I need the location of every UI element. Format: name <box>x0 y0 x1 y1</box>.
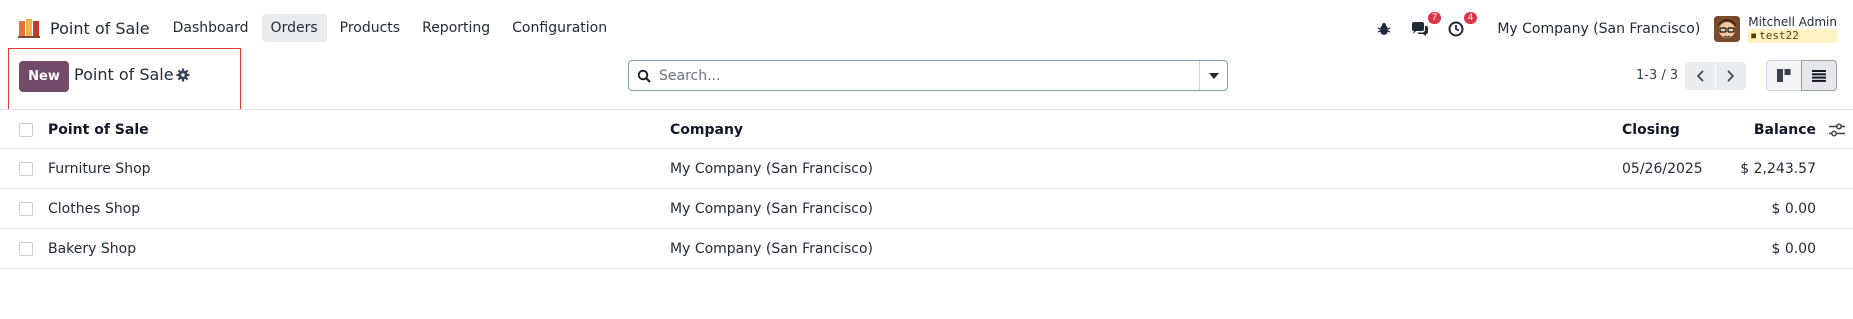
new-button[interactable]: New <box>19 61 69 92</box>
list-table: Point of Sale Company Closing Balance Fu… <box>0 109 1853 269</box>
list-view-icon[interactable] <box>1801 60 1837 91</box>
optional-columns-icon[interactable] <box>1829 123 1845 137</box>
menu-dashboard[interactable]: Dashboard <box>164 14 258 42</box>
cell-balance: $ 0.00 <box>1771 201 1816 217</box>
company-switcher[interactable]: My Company (San Francisco) <box>1497 21 1700 37</box>
cell-company: My Company (San Francisco) <box>670 241 873 257</box>
header-balance[interactable]: Balance <box>1754 110 1816 150</box>
header-point-of-sale[interactable]: Point of Sale <box>48 110 149 150</box>
header-closing[interactable]: Closing <box>1622 110 1680 150</box>
select-all-checkbox[interactable] <box>19 123 33 137</box>
bug-icon[interactable] <box>1373 18 1395 40</box>
pager-value[interactable]: 1-3 / 3 <box>1636 68 1678 83</box>
row-checkbox[interactable] <box>19 202 33 216</box>
caret-down-icon[interactable] <box>1199 61 1227 90</box>
cell-balance: $ 0.00 <box>1771 241 1816 257</box>
app-name[interactable]: Point of Sale <box>50 19 150 38</box>
cell-company: My Company (San Francisco) <box>670 161 873 177</box>
main-menu: Dashboard Orders Products Reporting Conf… <box>164 14 621 42</box>
pos-app-icon[interactable] <box>16 15 42 41</box>
cell-balance: $ 2,243.57 <box>1740 161 1816 177</box>
kanban-view-icon[interactable] <box>1766 60 1802 91</box>
cell-company: My Company (San Francisco) <box>670 201 873 217</box>
app-brand[interactable]: Point of Sale <box>16 15 150 41</box>
menu-orders[interactable]: Orders <box>261 14 327 42</box>
table-row[interactable]: Clothes Shop My Company (San Francisco) … <box>0 189 1853 229</box>
chat-icon[interactable]: 7 <box>1409 11 1442 40</box>
table-row[interactable]: Bakery Shop My Company (San Francisco) $… <box>0 229 1853 269</box>
search-input[interactable] <box>659 61 1199 90</box>
header-company[interactable]: Company <box>670 110 743 150</box>
gear-icon[interactable] <box>176 68 190 82</box>
cell-name: Clothes Shop <box>48 201 141 217</box>
chevron-right-icon[interactable] <box>1716 62 1746 90</box>
cell-name: Bakery Shop <box>48 241 137 257</box>
menu-configuration[interactable]: Configuration <box>503 14 616 42</box>
database-icon: ■ <box>1751 30 1757 40</box>
row-checkbox[interactable] <box>19 162 33 176</box>
row-checkbox[interactable] <box>19 242 33 256</box>
user-name: Mitchell Admin <box>1748 14 1837 29</box>
database-name: ■ test22 <box>1748 28 1837 43</box>
search-bar[interactable] <box>628 60 1228 91</box>
search-icon <box>629 61 659 90</box>
activity-badge: 4 <box>1463 11 1478 24</box>
avatar[interactable] <box>1714 15 1741 42</box>
chevron-left-icon[interactable] <box>1685 62 1715 90</box>
menu-products[interactable]: Products <box>331 14 409 42</box>
database-label: test22 <box>1759 28 1799 42</box>
clock-icon[interactable]: 4 <box>1445 11 1478 40</box>
cell-closing: 05/26/2025 <box>1622 161 1703 177</box>
menu-reporting[interactable]: Reporting <box>413 14 499 42</box>
user-menu[interactable]: Mitchell Admin ■ test22 <box>1748 15 1837 43</box>
page-title: Point of Sale <box>74 65 174 84</box>
messages-badge: 7 <box>1427 11 1442 24</box>
table-row[interactable]: Furniture Shop My Company (San Francisco… <box>0 149 1853 189</box>
cell-name: Furniture Shop <box>48 161 151 177</box>
table-header: Point of Sale Company Closing Balance <box>0 109 1853 149</box>
